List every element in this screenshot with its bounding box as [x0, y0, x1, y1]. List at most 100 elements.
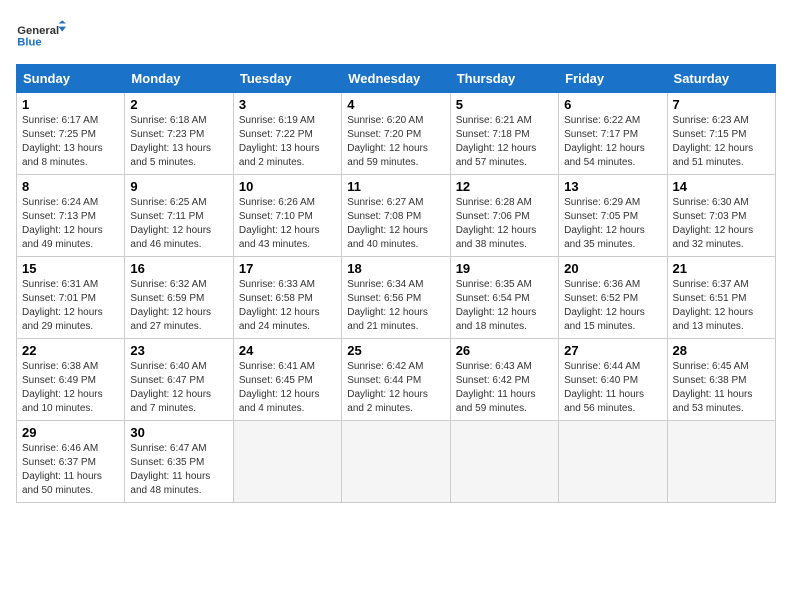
- day-number: 22: [22, 343, 119, 358]
- calendar-cell: 21 Sunrise: 6:37 AMSunset: 6:51 PMDaylig…: [667, 257, 775, 339]
- day-number: 6: [564, 97, 661, 112]
- day-info: Sunrise: 6:27 AMSunset: 7:08 PMDaylight:…: [347, 197, 428, 250]
- day-info: Sunrise: 6:22 AMSunset: 7:17 PMDaylight:…: [564, 115, 645, 168]
- calendar-cell: 7 Sunrise: 6:23 AMSunset: 7:15 PMDayligh…: [667, 93, 775, 175]
- day-number: 1: [22, 97, 119, 112]
- day-number: 15: [22, 261, 119, 276]
- day-number: 2: [130, 97, 227, 112]
- day-info: Sunrise: 6:33 AMSunset: 6:58 PMDaylight:…: [239, 279, 320, 332]
- weekday-header-sunday: Sunday: [17, 65, 125, 93]
- weekday-header-thursday: Thursday: [450, 65, 558, 93]
- calendar-cell: 28 Sunrise: 6:45 AMSunset: 6:38 PMDaylig…: [667, 339, 775, 421]
- calendar-cell: 15 Sunrise: 6:31 AMSunset: 7:01 PMDaylig…: [17, 257, 125, 339]
- day-number: 5: [456, 97, 553, 112]
- day-info: Sunrise: 6:20 AMSunset: 7:20 PMDaylight:…: [347, 115, 428, 168]
- calendar-cell: 27 Sunrise: 6:44 AMSunset: 6:40 PMDaylig…: [559, 339, 667, 421]
- day-number: 13: [564, 179, 661, 194]
- calendar-cell: 29 Sunrise: 6:46 AMSunset: 6:37 PMDaylig…: [17, 421, 125, 503]
- weekday-header-wednesday: Wednesday: [342, 65, 450, 93]
- day-number: 4: [347, 97, 444, 112]
- day-info: Sunrise: 6:45 AMSunset: 6:38 PMDaylight:…: [673, 361, 753, 414]
- calendar-cell: 3 Sunrise: 6:19 AMSunset: 7:22 PMDayligh…: [233, 93, 341, 175]
- weekday-header-tuesday: Tuesday: [233, 65, 341, 93]
- calendar-cell: 5 Sunrise: 6:21 AMSunset: 7:18 PMDayligh…: [450, 93, 558, 175]
- day-number: 21: [673, 261, 770, 276]
- calendar-cell: 12 Sunrise: 6:28 AMSunset: 7:06 PMDaylig…: [450, 175, 558, 257]
- calendar-cell: 22 Sunrise: 6:38 AMSunset: 6:49 PMDaylig…: [17, 339, 125, 421]
- day-info: Sunrise: 6:26 AMSunset: 7:10 PMDaylight:…: [239, 197, 320, 250]
- svg-text:Blue: Blue: [17, 36, 41, 48]
- day-number: 19: [456, 261, 553, 276]
- calendar-cell: 25 Sunrise: 6:42 AMSunset: 6:44 PMDaylig…: [342, 339, 450, 421]
- day-number: 23: [130, 343, 227, 358]
- day-info: Sunrise: 6:24 AMSunset: 7:13 PMDaylight:…: [22, 197, 103, 250]
- day-info: Sunrise: 6:35 AMSunset: 6:54 PMDaylight:…: [456, 279, 537, 332]
- weekday-header-monday: Monday: [125, 65, 233, 93]
- day-info: Sunrise: 6:30 AMSunset: 7:03 PMDaylight:…: [673, 197, 754, 250]
- day-info: Sunrise: 6:41 AMSunset: 6:45 PMDaylight:…: [239, 361, 320, 414]
- weekday-header-saturday: Saturday: [667, 65, 775, 93]
- day-info: Sunrise: 6:21 AMSunset: 7:18 PMDaylight:…: [456, 115, 537, 168]
- calendar-cell: 19 Sunrise: 6:35 AMSunset: 6:54 PMDaylig…: [450, 257, 558, 339]
- calendar-cell: 24 Sunrise: 6:41 AMSunset: 6:45 PMDaylig…: [233, 339, 341, 421]
- day-info: Sunrise: 6:17 AMSunset: 7:25 PMDaylight:…: [22, 115, 103, 168]
- day-info: Sunrise: 6:36 AMSunset: 6:52 PMDaylight:…: [564, 279, 645, 332]
- day-number: 7: [673, 97, 770, 112]
- day-number: 20: [564, 261, 661, 276]
- day-info: Sunrise: 6:46 AMSunset: 6:37 PMDaylight:…: [22, 443, 102, 496]
- day-info: Sunrise: 6:25 AMSunset: 7:11 PMDaylight:…: [130, 197, 211, 250]
- page-header: General Blue: [16, 16, 776, 56]
- day-number: 18: [347, 261, 444, 276]
- day-number: 8: [22, 179, 119, 194]
- calendar-cell: 17 Sunrise: 6:33 AMSunset: 6:58 PMDaylig…: [233, 257, 341, 339]
- calendar-cell: 6 Sunrise: 6:22 AMSunset: 7:17 PMDayligh…: [559, 93, 667, 175]
- calendar-cell: 16 Sunrise: 6:32 AMSunset: 6:59 PMDaylig…: [125, 257, 233, 339]
- day-number: 17: [239, 261, 336, 276]
- day-info: Sunrise: 6:23 AMSunset: 7:15 PMDaylight:…: [673, 115, 754, 168]
- calendar-cell: [667, 421, 775, 503]
- logo-svg: General Blue: [16, 16, 66, 56]
- day-info: Sunrise: 6:19 AMSunset: 7:22 PMDaylight:…: [239, 115, 320, 168]
- calendar-cell: 20 Sunrise: 6:36 AMSunset: 6:52 PMDaylig…: [559, 257, 667, 339]
- day-number: 10: [239, 179, 336, 194]
- day-number: 3: [239, 97, 336, 112]
- calendar-cell: [559, 421, 667, 503]
- day-info: Sunrise: 6:38 AMSunset: 6:49 PMDaylight:…: [22, 361, 103, 414]
- day-number: 11: [347, 179, 444, 194]
- day-info: Sunrise: 6:34 AMSunset: 6:56 PMDaylight:…: [347, 279, 428, 332]
- day-info: Sunrise: 6:31 AMSunset: 7:01 PMDaylight:…: [22, 279, 103, 332]
- calendar-cell: 11 Sunrise: 6:27 AMSunset: 7:08 PMDaylig…: [342, 175, 450, 257]
- day-number: 16: [130, 261, 227, 276]
- logo: General Blue: [16, 16, 66, 56]
- calendar-cell: 18 Sunrise: 6:34 AMSunset: 6:56 PMDaylig…: [342, 257, 450, 339]
- calendar-cell: 13 Sunrise: 6:29 AMSunset: 7:05 PMDaylig…: [559, 175, 667, 257]
- calendar-cell: 9 Sunrise: 6:25 AMSunset: 7:11 PMDayligh…: [125, 175, 233, 257]
- calendar-cell: 10 Sunrise: 6:26 AMSunset: 7:10 PMDaylig…: [233, 175, 341, 257]
- calendar-cell: [342, 421, 450, 503]
- calendar-cell: 1 Sunrise: 6:17 AMSunset: 7:25 PMDayligh…: [17, 93, 125, 175]
- day-info: Sunrise: 6:44 AMSunset: 6:40 PMDaylight:…: [564, 361, 644, 414]
- day-number: 14: [673, 179, 770, 194]
- day-number: 27: [564, 343, 661, 358]
- calendar-cell: 2 Sunrise: 6:18 AMSunset: 7:23 PMDayligh…: [125, 93, 233, 175]
- calendar-cell: 4 Sunrise: 6:20 AMSunset: 7:20 PMDayligh…: [342, 93, 450, 175]
- calendar-cell: 30 Sunrise: 6:47 AMSunset: 6:35 PMDaylig…: [125, 421, 233, 503]
- day-info: Sunrise: 6:37 AMSunset: 6:51 PMDaylight:…: [673, 279, 754, 332]
- day-number: 24: [239, 343, 336, 358]
- day-number: 9: [130, 179, 227, 194]
- day-number: 29: [22, 425, 119, 440]
- day-number: 26: [456, 343, 553, 358]
- day-info: Sunrise: 6:29 AMSunset: 7:05 PMDaylight:…: [564, 197, 645, 250]
- day-info: Sunrise: 6:28 AMSunset: 7:06 PMDaylight:…: [456, 197, 537, 250]
- calendar-cell: 14 Sunrise: 6:30 AMSunset: 7:03 PMDaylig…: [667, 175, 775, 257]
- svg-text:General: General: [17, 25, 59, 37]
- day-info: Sunrise: 6:47 AMSunset: 6:35 PMDaylight:…: [130, 443, 210, 496]
- day-number: 25: [347, 343, 444, 358]
- day-info: Sunrise: 6:42 AMSunset: 6:44 PMDaylight:…: [347, 361, 428, 414]
- calendar-table: SundayMondayTuesdayWednesdayThursdayFrid…: [16, 64, 776, 503]
- day-info: Sunrise: 6:18 AMSunset: 7:23 PMDaylight:…: [130, 115, 211, 168]
- calendar-cell: [233, 421, 341, 503]
- day-info: Sunrise: 6:40 AMSunset: 6:47 PMDaylight:…: [130, 361, 211, 414]
- weekday-header-friday: Friday: [559, 65, 667, 93]
- calendar-cell: 8 Sunrise: 6:24 AMSunset: 7:13 PMDayligh…: [17, 175, 125, 257]
